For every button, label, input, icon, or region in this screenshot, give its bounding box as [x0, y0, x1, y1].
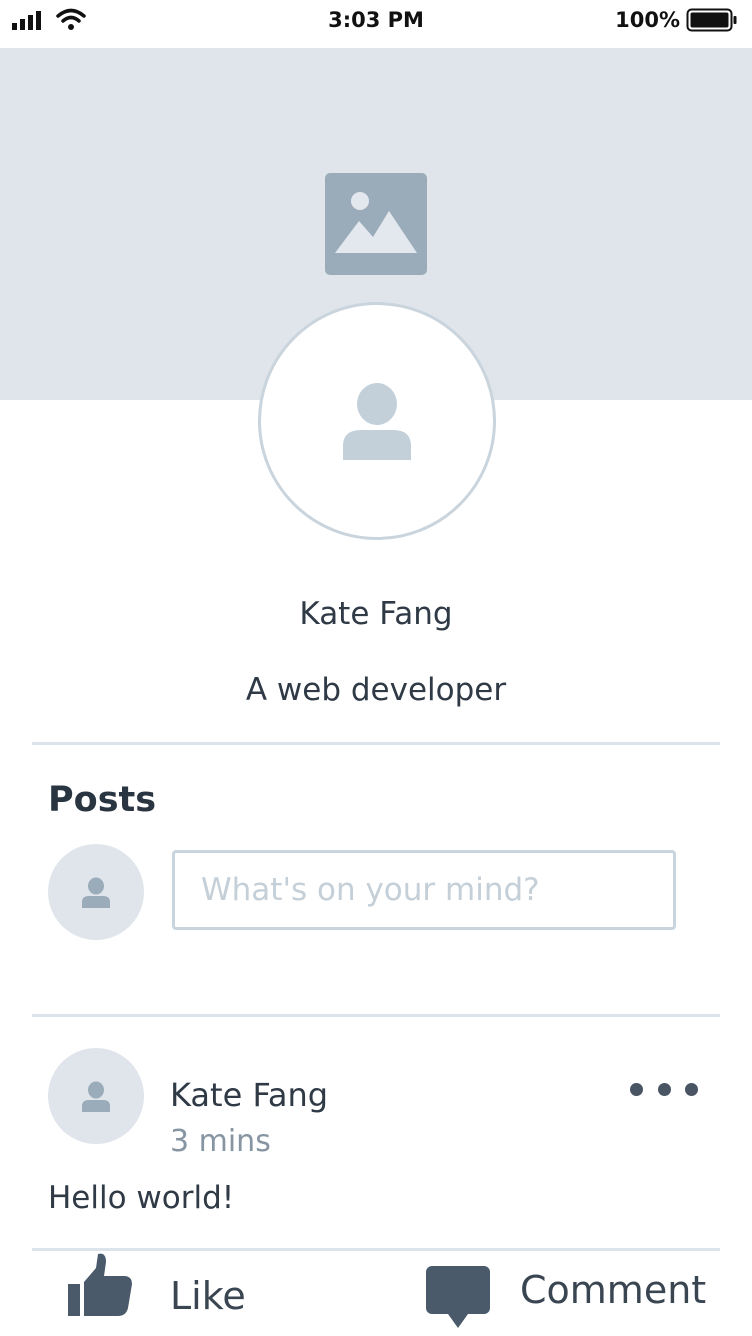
profile-bio: A web developer: [245, 672, 507, 708]
divider: [32, 742, 720, 745]
more-options-button[interactable]: [630, 1078, 698, 1100]
user-icon: [82, 1081, 110, 1112]
post-author-name[interactable]: Kate Fang: [170, 1076, 328, 1114]
compose-input[interactable]: [172, 850, 676, 930]
divider: [32, 1248, 720, 1251]
like-button[interactable]: Like: [66, 1252, 266, 1336]
battery-icon: [686, 8, 737, 32]
user-icon: [82, 877, 110, 908]
like-label: Like: [170, 1274, 246, 1318]
divider: [32, 1014, 720, 1017]
post-author-avatar[interactable]: [48, 1048, 144, 1144]
more-dot-icon: [657, 1082, 671, 1096]
thumbs-up-icon: [68, 1253, 132, 1316]
status-bar: 3:03 PM 100%: [0, 0, 752, 48]
posts-heading: Posts: [48, 780, 157, 820]
compose-avatar: [48, 844, 144, 940]
post-body: Hello world!: [48, 1180, 235, 1216]
profile-name: Kate Fang: [299, 596, 453, 632]
more-dot-icon: [630, 1082, 643, 1096]
battery-percent: 100%: [615, 8, 680, 32]
more-dot-icon: [685, 1082, 698, 1096]
user-icon: [343, 383, 411, 460]
post-timestamp: 3 mins: [170, 1124, 271, 1159]
comment-label: Comment: [520, 1268, 707, 1312]
profile-avatar[interactable]: [258, 302, 496, 540]
comment-icon: [426, 1266, 490, 1328]
image-placeholder-icon: [325, 173, 427, 275]
comment-button[interactable]: Comment: [424, 1262, 707, 1336]
